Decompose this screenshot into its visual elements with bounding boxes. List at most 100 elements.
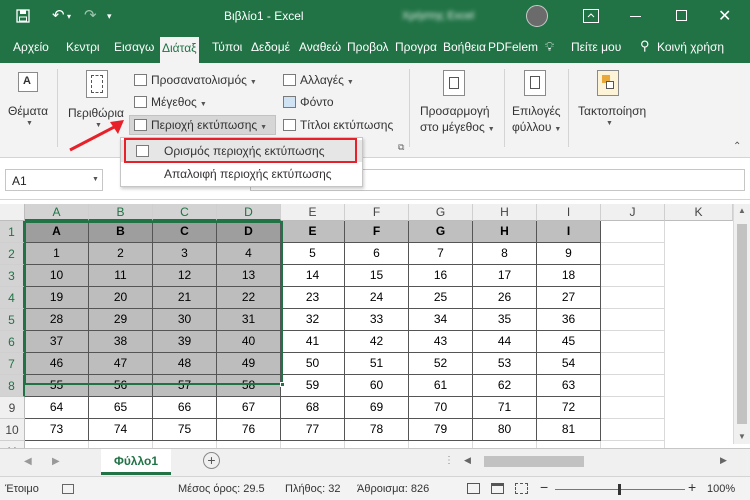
cell-j2[interactable] <box>601 243 665 265</box>
cell-j5[interactable] <box>601 309 665 331</box>
arrange-dropdown-icon[interactable]: ▼ <box>606 120 613 127</box>
scroll-down-icon[interactable]: ▼ <box>738 432 746 441</box>
cell-h4[interactable]: 26 <box>473 287 537 309</box>
cell-i3[interactable]: 18 <box>537 265 601 287</box>
scroll-right-icon[interactable]: ▶ <box>720 455 727 466</box>
cell-c8[interactable]: 57 <box>153 375 217 397</box>
cell-g5[interactable]: 34 <box>409 309 473 331</box>
cell-c10[interactable]: 75 <box>153 419 217 441</box>
sheet-options-label[interactable]: Επιλογές <box>512 104 561 118</box>
cell-i4[interactable]: 27 <box>537 287 601 309</box>
cell-h1[interactable]: H <box>473 221 537 243</box>
cell-g7[interactable]: 52 <box>409 353 473 375</box>
cell-b7[interactable]: 47 <box>89 353 153 375</box>
cell-g2[interactable]: 7 <box>409 243 473 265</box>
cell-e7[interactable]: 50 <box>281 353 345 375</box>
scale-to-fit-button[interactable]: στο μέγεθος ▼ <box>420 120 495 134</box>
sheet-split-handle[interactable]: ⋮ <box>444 455 454 466</box>
cell-i5[interactable]: 36 <box>537 309 601 331</box>
vertical-scrollbar[interactable]: ▲ ▼ <box>733 204 750 444</box>
cell-f2[interactable]: 6 <box>345 243 409 265</box>
tab-data[interactable]: Δεδομέ <box>251 40 290 54</box>
cell-b4[interactable]: 20 <box>89 287 153 309</box>
cell-d9[interactable]: 67 <box>217 397 281 419</box>
redo-icon[interactable]: ↷ <box>84 6 97 24</box>
arrange-icon[interactable] <box>597 70 619 96</box>
share-button[interactable]: Κοινή χρήση <box>657 40 724 54</box>
cell-d6[interactable]: 40 <box>217 331 281 353</box>
cell-d10[interactable]: 76 <box>217 419 281 441</box>
tab-file[interactable]: Αρχείο <box>13 40 49 54</box>
cell-f8[interactable]: 60 <box>345 375 409 397</box>
cell-c3[interactable]: 12 <box>153 265 217 287</box>
cell-h3[interactable]: 17 <box>473 265 537 287</box>
cell-i1[interactable]: I <box>537 221 601 243</box>
scroll-left-icon[interactable]: ◀ <box>464 455 471 466</box>
cell-a9[interactable]: 64 <box>25 397 89 419</box>
cell-f7[interactable]: 51 <box>345 353 409 375</box>
cell-c7[interactable]: 48 <box>153 353 217 375</box>
close-icon[interactable]: ✕ <box>718 6 731 26</box>
print-area-button[interactable]: Περιοχή εκτύπωσης ▼ <box>129 115 276 135</box>
cell-d4[interactable]: 22 <box>217 287 281 309</box>
cell-j6[interactable] <box>601 331 665 353</box>
column-header-h[interactable]: H <box>473 204 537 221</box>
cell-g4[interactable]: 25 <box>409 287 473 309</box>
cell-j10[interactable] <box>601 419 665 441</box>
cell-e4[interactable]: 23 <box>281 287 345 309</box>
cell-g8[interactable]: 61 <box>409 375 473 397</box>
themes-button[interactable]: Θέματα <box>8 104 48 118</box>
worksheet-grid[interactable]: ABCDEFGHIJK 123456789101112 ABCDEFGHI123… <box>0 204 750 485</box>
cell-a3[interactable]: 10 <box>25 265 89 287</box>
cell-f1[interactable]: F <box>345 221 409 243</box>
scroll-up-icon[interactable]: ▲ <box>738 206 746 215</box>
zoom-out-icon[interactable]: − <box>540 479 548 495</box>
cell-i8[interactable]: 63 <box>537 375 601 397</box>
cell-i6[interactable]: 45 <box>537 331 601 353</box>
cell-d5[interactable]: 31 <box>217 309 281 331</box>
save-icon[interactable] <box>16 9 30 23</box>
page-setup-launcher-icon[interactable]: ⧉ <box>398 142 404 153</box>
cell-a6[interactable]: 37 <box>25 331 89 353</box>
name-box-dropdown-icon[interactable]: ▼ <box>92 176 99 183</box>
cell-i10[interactable]: 81 <box>537 419 601 441</box>
row-header-5[interactable]: 5 <box>0 309 25 331</box>
cell-d3[interactable]: 13 <box>217 265 281 287</box>
cell-g3[interactable]: 16 <box>409 265 473 287</box>
row-header-4[interactable]: 4 <box>0 287 25 309</box>
column-header-j[interactable]: J <box>601 204 665 221</box>
column-header-d[interactable]: D <box>217 204 281 221</box>
fill-handle[interactable] <box>280 382 285 387</box>
cell-j8[interactable] <box>601 375 665 397</box>
avatar[interactable] <box>526 5 548 27</box>
minimize-icon[interactable] <box>630 16 641 17</box>
tab-review[interactable]: Αναθεώ <box>299 40 341 54</box>
cell-b3[interactable]: 11 <box>89 265 153 287</box>
row-header-9[interactable]: 9 <box>0 397 25 419</box>
cell-b5[interactable]: 29 <box>89 309 153 331</box>
column-header-f[interactable]: F <box>345 204 409 221</box>
collapse-ribbon-icon[interactable]: ⌃ <box>733 141 741 152</box>
themes-icon[interactable]: A <box>18 72 38 92</box>
tab-page-layout[interactable]: Διάταξ <box>160 37 199 63</box>
cell-c9[interactable]: 66 <box>153 397 217 419</box>
cell-h8[interactable]: 62 <box>473 375 537 397</box>
column-header-k[interactable]: K <box>665 204 733 221</box>
zoom-in-icon[interactable]: + <box>688 479 696 495</box>
tab-insert[interactable]: Εισαγω <box>114 40 154 54</box>
cell-f10[interactable]: 78 <box>345 419 409 441</box>
cell-e8[interactable]: 59 <box>281 375 345 397</box>
cell-f3[interactable]: 15 <box>345 265 409 287</box>
cell-e10[interactable]: 77 <box>281 419 345 441</box>
cell-j3[interactable] <box>601 265 665 287</box>
tab-formulas[interactable]: Τύποι <box>212 40 242 54</box>
column-header-b[interactable]: B <box>89 204 153 221</box>
column-header-i[interactable]: I <box>537 204 601 221</box>
cell-a1[interactable]: A <box>25 221 89 243</box>
sheet-options-icon[interactable] <box>524 70 546 96</box>
arrange-button[interactable]: Τακτοποίηση <box>578 104 646 118</box>
sheet-options-button[interactable]: φύλλου ▼ <box>512 120 561 134</box>
cell-c2[interactable]: 3 <box>153 243 217 265</box>
row-header-2[interactable]: 2 <box>0 243 25 265</box>
row-header-8[interactable]: 8 <box>0 375 25 397</box>
